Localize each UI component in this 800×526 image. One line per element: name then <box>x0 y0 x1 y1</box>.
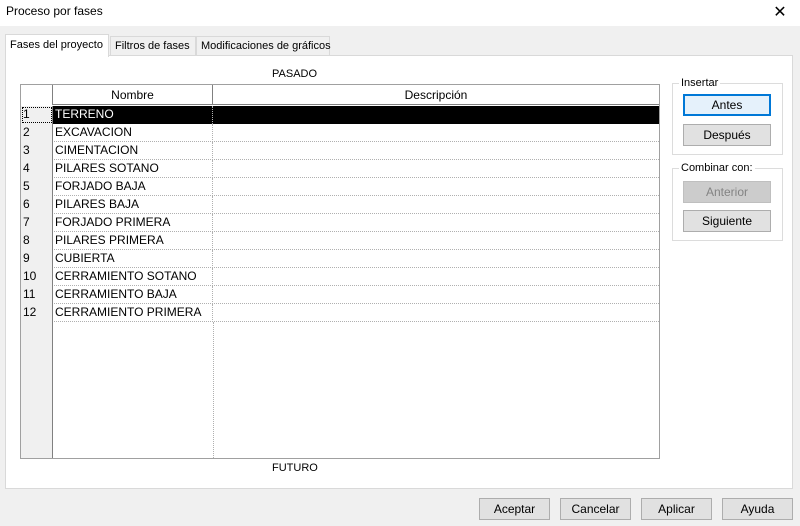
row-number[interactable]: 12 <box>21 304 53 322</box>
phase-name-cell[interactable]: EXCAVACION <box>53 124 213 142</box>
apply-button[interactable]: Aplicar <box>641 498 712 520</box>
combine-group: Combinar con: Anterior Siguiente <box>672 162 783 241</box>
phase-description-cell[interactable] <box>213 196 659 214</box>
table-row[interactable]: 12 CERRAMIENTO PRIMERA <box>21 304 659 322</box>
row-number[interactable]: 10 <box>21 268 53 286</box>
past-label: PASADO <box>272 68 318 80</box>
phase-name-cell[interactable]: PILARES SOTANO <box>53 160 213 178</box>
tab-phase-filters[interactable]: Filtros de fases <box>110 36 196 56</box>
phase-name-cell[interactable]: FORJADO BAJA <box>53 178 213 196</box>
title-bar: Proceso por fases ✕ <box>0 0 800 26</box>
row-number[interactable]: 1 <box>21 106 53 124</box>
table-row[interactable]: 6 PILARES BAJA <box>21 196 659 214</box>
table-row[interactable]: 5 FORJADO BAJA <box>21 178 659 196</box>
insert-group-title: Insertar <box>679 77 721 89</box>
row-number[interactable]: 3 <box>21 142 53 160</box>
tab-project-phases[interactable]: Fases del proyecto <box>5 34 109 57</box>
phase-description-cell[interactable] <box>213 232 659 250</box>
row-number[interactable]: 11 <box>21 286 53 304</box>
tab-panel: PASADO Nombre Descripción 1 TERRENO 2 EXCAV… <box>5 55 793 489</box>
row-number[interactable]: 8 <box>21 232 53 250</box>
tab-graphic-overrides[interactable]: Modificaciones de gráficos <box>196 36 331 56</box>
ok-button[interactable]: Aceptar <box>479 498 550 520</box>
window-title: Proceso por fases <box>6 4 103 18</box>
phase-name-cell[interactable]: CERRAMIENTO BAJA <box>53 286 213 304</box>
table-row[interactable]: 8 PILARES PRIMERA <box>21 232 659 250</box>
phase-description-cell[interactable] <box>213 124 659 142</box>
phase-name-cell[interactable]: CERRAMIENTO SOTANO <box>53 268 213 286</box>
column-header-name[interactable]: Nombre <box>53 85 213 105</box>
row-number-header <box>21 85 53 105</box>
help-button[interactable]: Ayuda <box>722 498 793 520</box>
future-label: FUTURO <box>272 462 318 474</box>
row-number[interactable]: 9 <box>21 250 53 268</box>
phase-description-cell[interactable] <box>213 160 659 178</box>
row-number[interactable]: 5 <box>21 178 53 196</box>
row-number[interactable]: 7 <box>21 214 53 232</box>
phase-name-cell[interactable]: PILARES BAJA <box>53 196 213 214</box>
phase-description-cell[interactable] <box>213 286 659 304</box>
table-body: 1 TERRENO 2 EXCAVACION 3 CIMENTACION 4 PILARES … <box>21 106 659 322</box>
phase-name-cell[interactable]: PILARES PRIMERA <box>53 232 213 250</box>
phases-table: Nombre Descripción 1 TERRENO 2 EXCAVACION 3 C… <box>20 84 660 459</box>
phase-description-cell[interactable] <box>213 214 659 232</box>
table-row[interactable]: 1 TERRENO <box>21 106 659 124</box>
table-row[interactable]: 3 CIMENTACION <box>21 142 659 160</box>
phase-name-cell[interactable]: FORJADO PRIMERA <box>53 214 213 232</box>
table-row[interactable]: 10 CERRAMIENTO SOTANO <box>21 268 659 286</box>
phase-description-cell[interactable] <box>213 268 659 286</box>
phase-description-cell[interactable] <box>213 304 659 322</box>
table-row[interactable]: 2 EXCAVACION <box>21 124 659 142</box>
table-header: Nombre Descripción <box>21 85 659 105</box>
insert-after-button[interactable]: Después <box>683 124 771 146</box>
close-icon[interactable]: ✕ <box>760 0 800 24</box>
combine-previous-button[interactable]: Anterior <box>683 181 771 203</box>
table-row[interactable]: 11 CERRAMIENTO BAJA <box>21 286 659 304</box>
phase-name-cell[interactable]: CIMENTACION <box>53 142 213 160</box>
insert-group: Insertar Antes Después <box>672 77 783 155</box>
column-header-description[interactable]: Descripción <box>213 85 659 105</box>
row-number[interactable]: 2 <box>21 124 53 142</box>
table-row[interactable]: 9 CUBIERTA <box>21 250 659 268</box>
insert-before-button[interactable]: Antes <box>683 94 771 116</box>
cancel-button[interactable]: Cancelar <box>560 498 631 520</box>
row-header-filler <box>21 322 53 458</box>
row-number[interactable]: 6 <box>21 196 53 214</box>
phase-name-cell[interactable]: TERRENO <box>53 106 213 124</box>
phase-description-cell[interactable] <box>213 250 659 268</box>
table-row[interactable]: 7 FORJADO PRIMERA <box>21 214 659 232</box>
combine-group-title: Combinar con: <box>679 162 755 174</box>
row-number[interactable]: 4 <box>21 160 53 178</box>
phase-description-cell[interactable] <box>213 106 659 124</box>
phase-name-cell[interactable]: CERRAMIENTO PRIMERA <box>53 304 213 322</box>
table-row[interactable]: 4 PILARES SOTANO <box>21 160 659 178</box>
phase-description-cell[interactable] <box>213 142 659 160</box>
phase-description-cell[interactable] <box>213 178 659 196</box>
phase-name-cell[interactable]: CUBIERTA <box>53 250 213 268</box>
combine-next-button[interactable]: Siguiente <box>683 210 771 232</box>
column-divider <box>213 322 214 458</box>
